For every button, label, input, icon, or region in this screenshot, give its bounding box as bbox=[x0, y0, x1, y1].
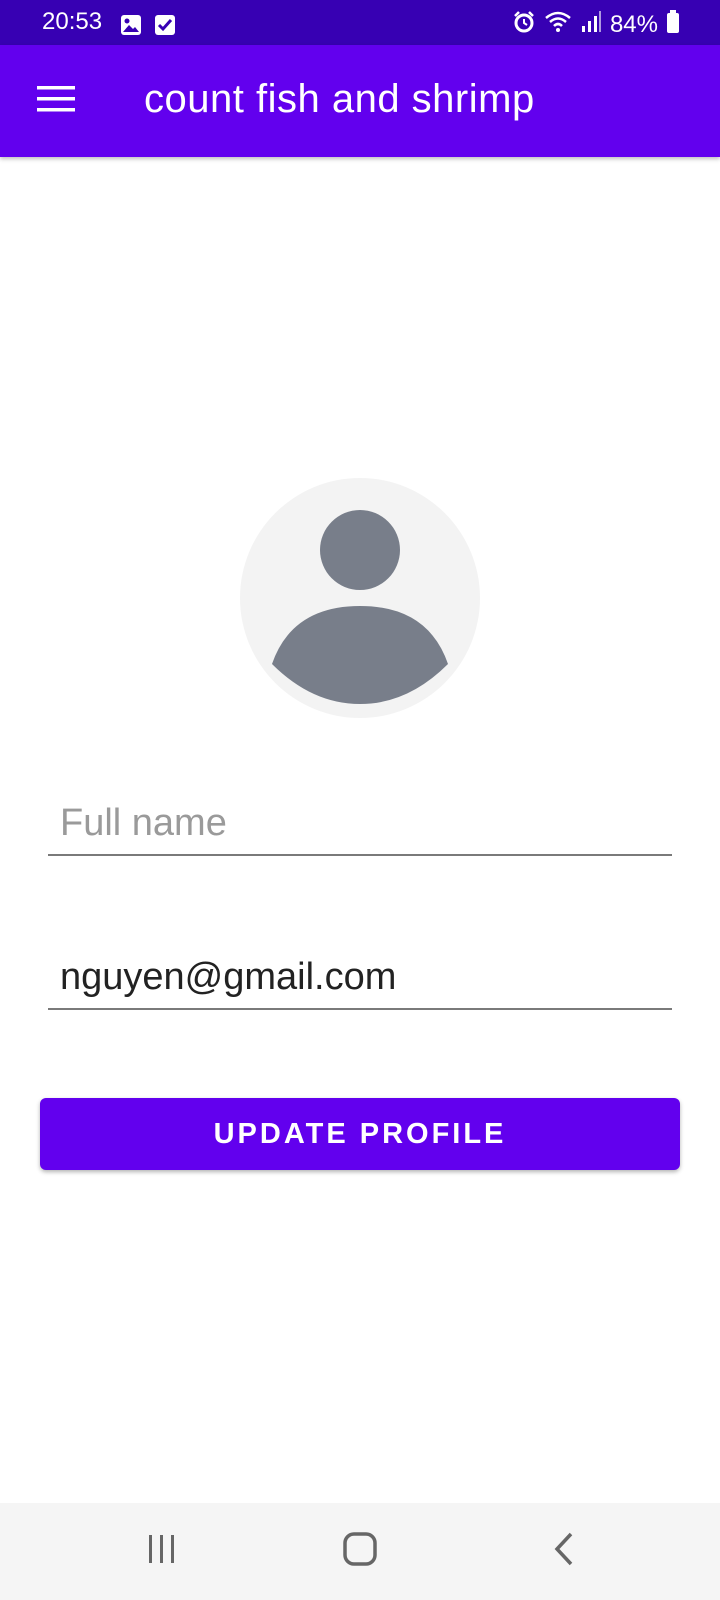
menu-button[interactable] bbox=[28, 73, 84, 129]
alarm-icon bbox=[512, 10, 536, 39]
recent-apps-button[interactable] bbox=[126, 1523, 198, 1579]
app-title: count fish and shrimp bbox=[144, 77, 535, 121]
recent-apps-icon bbox=[145, 1532, 179, 1571]
status-system-icons: 84% bbox=[512, 10, 680, 39]
checkbox-icon bbox=[154, 14, 176, 41]
update-profile-button[interactable]: UPDATE PROFILE bbox=[40, 1098, 680, 1170]
signal-icon bbox=[580, 10, 602, 39]
status-notification-icons bbox=[120, 14, 176, 41]
wifi-icon bbox=[544, 10, 572, 39]
profile-avatar[interactable] bbox=[240, 478, 480, 718]
battery-icon bbox=[666, 10, 680, 39]
app-bar: count fish and shrimp bbox=[0, 45, 720, 157]
home-button[interactable] bbox=[324, 1523, 396, 1579]
battery-percent: 84% bbox=[609, 10, 658, 38]
person-icon bbox=[240, 510, 480, 718]
email-input[interactable] bbox=[48, 946, 672, 1010]
status-bar: 20:53 84% bbox=[0, 0, 720, 45]
back-icon bbox=[549, 1531, 579, 1572]
gallery-icon bbox=[120, 14, 142, 41]
status-time: 20:53 bbox=[42, 8, 103, 35]
back-button[interactable] bbox=[528, 1523, 600, 1579]
full-name-input[interactable] bbox=[48, 792, 672, 856]
home-icon bbox=[342, 1531, 378, 1572]
system-nav-bar bbox=[0, 1503, 720, 1600]
hamburger-menu-icon bbox=[37, 84, 75, 119]
